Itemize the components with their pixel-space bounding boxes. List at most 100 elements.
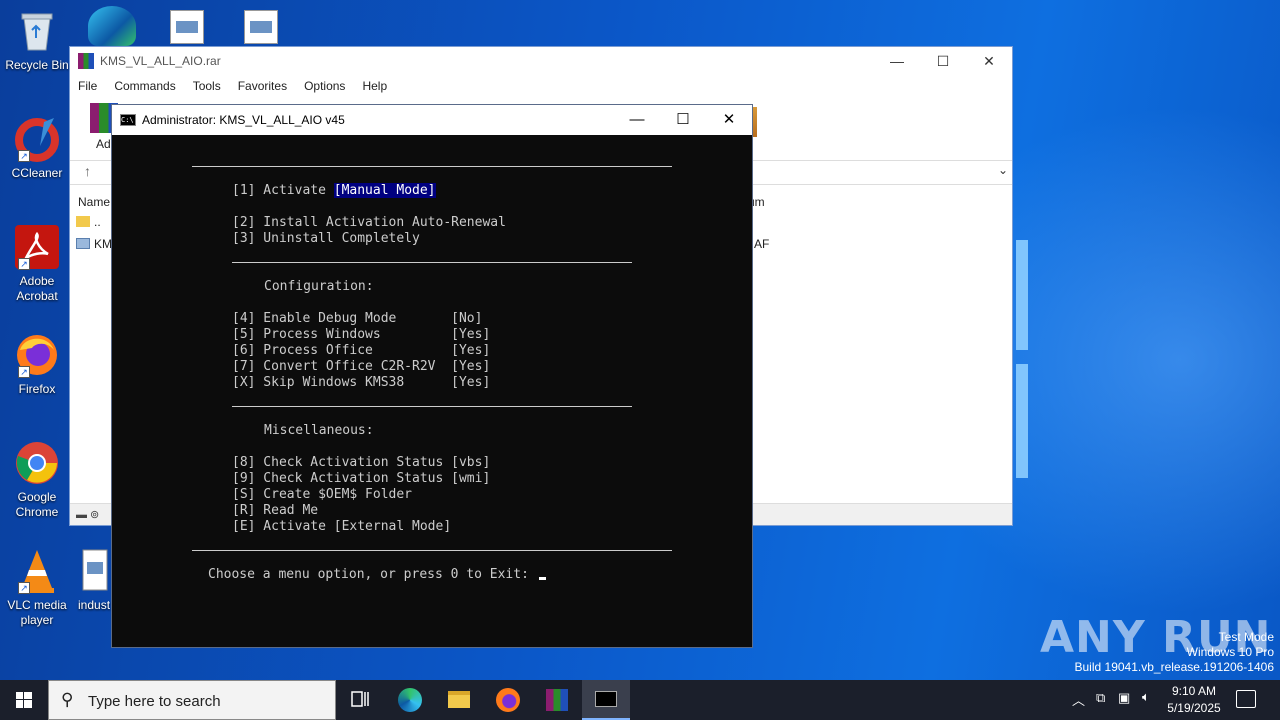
list-item-name: .. xyxy=(94,215,101,229)
list-item[interactable]: KM xyxy=(76,237,112,251)
prompt-text: Choose a menu option, or press 0 to Exit… xyxy=(208,567,537,582)
winrar-title: KMS_VL_ALL_AIO.rar xyxy=(100,54,221,68)
menu-option-6: [6] Process Office [Yes] xyxy=(232,343,491,358)
desktop-icon-recycle-bin[interactable]: Recycle Bin xyxy=(0,8,74,73)
desktop: Recycle Bin ↗ CCleaner ↗ Adobe Acrobat ↗… xyxy=(0,0,1280,680)
winrar-titlebar[interactable]: KMS_VL_ALL_AIO.rar — ☐ ✕ xyxy=(70,47,1012,75)
windows-logo-icon xyxy=(16,692,32,708)
taskbar: ⚲ Type here to search ︿ ⧉ ▣ 🔈︎ 9:10 AM 5… xyxy=(0,680,1280,720)
task-view-button[interactable] xyxy=(336,680,384,720)
menu-option-text: [1] Activate xyxy=(232,183,334,198)
menu-option-s: [S] Create $OEM$ Folder xyxy=(232,487,413,502)
miscellaneous-header: Miscellaneous: xyxy=(264,423,374,438)
test-mode-watermark: Test Mode Windows 10 Pro Build 19041.vb_… xyxy=(1075,630,1275,675)
separator-line xyxy=(232,262,632,263)
watermark-line1: Test Mode xyxy=(1218,630,1274,644)
close-button[interactable]: ✕ xyxy=(966,47,1012,75)
start-button[interactable] xyxy=(0,680,48,720)
taskbar-firefox[interactable] xyxy=(484,680,532,720)
watermark-line2: Windows 10 Pro xyxy=(1186,645,1274,659)
folder-icon xyxy=(448,691,470,708)
network-icon[interactable]: ⧉ xyxy=(1096,690,1105,706)
menu-file[interactable]: File xyxy=(78,79,97,93)
vlc-icon: ↗ xyxy=(14,548,60,594)
minimize-button[interactable]: — xyxy=(614,105,660,135)
console-window: C:\ Administrator: KMS_VL_ALL_AIO v45 — … xyxy=(111,104,753,648)
list-item[interactable]: .. xyxy=(76,215,101,229)
shortcut-arrow-icon: ↗ xyxy=(18,150,30,162)
desktop-icon-vlc[interactable]: ↗ VLC media player xyxy=(0,548,74,628)
menu-option-9: [9] Check Activation Status [wmi] xyxy=(232,471,491,486)
ccleaner-icon: ↗ xyxy=(14,116,60,162)
menu-tools[interactable]: Tools xyxy=(193,79,221,93)
file-icon xyxy=(82,548,108,594)
chrome-icon xyxy=(14,440,60,486)
desktop-icon-firefox[interactable]: ↗ Firefox xyxy=(0,332,74,397)
menu-option-e: [E] Activate [External Mode] xyxy=(232,519,452,534)
menu-favorites[interactable]: Favorites xyxy=(238,79,287,93)
menu-option-5: [5] Process Windows [Yes] xyxy=(232,327,491,342)
desktop-icon-label: Firefox xyxy=(18,382,56,396)
separator-line xyxy=(192,550,672,551)
desktop-icon-adobe-acrobat[interactable]: ↗ Adobe Acrobat xyxy=(0,224,74,304)
firefox-icon xyxy=(496,688,520,712)
desktop-icon-label: Recycle Bin xyxy=(5,58,69,72)
desktop-icon-google-chrome[interactable]: Google Chrome xyxy=(0,440,74,520)
top-file-icon-1[interactable] xyxy=(170,10,204,44)
chevron-down-icon[interactable]: ⌄ xyxy=(998,163,1008,177)
text-cursor xyxy=(538,577,546,580)
clock-date: 5/19/2025 xyxy=(1167,701,1221,715)
system-tray: ︿ ⧉ ▣ 🔈︎ xyxy=(1066,680,1160,720)
console-prompt[interactable]: Choose a menu option, or press 0 to Exit… xyxy=(208,567,546,583)
menu-option-7: [7] Convert Office C2R-R2V [Yes] xyxy=(232,359,491,374)
winrar-menubar: File Commands Tools Favorites Options He… xyxy=(70,75,1012,97)
watermark-line3: Build 19041.vb_release.191206-1406 xyxy=(1074,660,1275,674)
list-item-checksum: AF xyxy=(754,237,769,251)
edge-icon xyxy=(398,688,422,712)
minimize-button[interactable]: — xyxy=(874,47,920,75)
recycle-bin-icon xyxy=(14,8,60,54)
shortcut-arrow-icon: ↗ xyxy=(18,366,30,378)
up-arrow-icon[interactable]: ↑ xyxy=(84,163,91,179)
search-icon: ⚲ xyxy=(61,690,74,709)
chevron-up-icon[interactable]: ︿ xyxy=(1072,690,1085,709)
edge-desktop-icon[interactable] xyxy=(88,6,136,46)
column-name[interactable]: Name xyxy=(78,195,110,209)
desktop-icon-label: VLC media player xyxy=(7,598,67,627)
menu-option-1: [1] Activate [Manual Mode] xyxy=(232,183,436,199)
console-output: [1] Activate [Manual Mode] [2] Install A… xyxy=(112,135,752,582)
taskbar-edge[interactable] xyxy=(386,680,434,720)
adobe-acrobat-icon: ↗ xyxy=(14,224,60,270)
maximize-button[interactable]: ☐ xyxy=(920,47,966,75)
maximize-button[interactable]: ☐ xyxy=(660,105,706,135)
menu-help[interactable]: Help xyxy=(362,79,387,93)
shortcut-arrow-icon: ↗ xyxy=(18,258,30,270)
close-button[interactable]: ✕ xyxy=(706,105,752,135)
menu-option-4: [4] Enable Debug Mode [No] xyxy=(232,311,483,326)
folder-icon xyxy=(76,216,90,227)
desktop-icon-ccleaner[interactable]: ↗ CCleaner xyxy=(0,116,74,181)
menu-commands[interactable]: Commands xyxy=(114,79,175,93)
taskbar-winrar[interactable] xyxy=(533,680,581,720)
console-titlebar[interactable]: C:\ Administrator: KMS_VL_ALL_AIO v45 — … xyxy=(112,105,752,135)
volume-icon[interactable]: 🔈︎ xyxy=(1142,689,1150,705)
taskbar-clock[interactable]: 9:10 AM 5/19/2025 xyxy=(1160,683,1228,717)
menu-option-2: [2] Install Activation Auto-Renewal xyxy=(232,215,506,230)
top-file-icon-2[interactable] xyxy=(244,10,278,44)
configuration-header: Configuration: xyxy=(264,279,374,294)
separator-line xyxy=(192,166,672,167)
taskbar-console[interactable] xyxy=(582,680,630,720)
notification-icon[interactable] xyxy=(1236,690,1256,708)
checksum-value: AF xyxy=(754,237,770,251)
monitor-icon[interactable]: ▣ xyxy=(1118,690,1130,706)
clock-time: 9:10 AM xyxy=(1171,684,1217,698)
shortcut-arrow-icon: ↗ xyxy=(18,582,30,594)
console-icon xyxy=(595,691,617,707)
winrar-icon xyxy=(546,689,568,711)
drive-icon: ▬ ⊚ xyxy=(76,509,100,521)
taskbar-search-box[interactable]: ⚲ Type here to search xyxy=(48,680,336,720)
taskbar-file-explorer[interactable] xyxy=(435,680,483,720)
menu-option-3: [3] Uninstall Completely xyxy=(232,231,420,246)
menu-option-8: [8] Check Activation Status [vbs] xyxy=(232,455,491,470)
menu-options[interactable]: Options xyxy=(304,79,345,93)
